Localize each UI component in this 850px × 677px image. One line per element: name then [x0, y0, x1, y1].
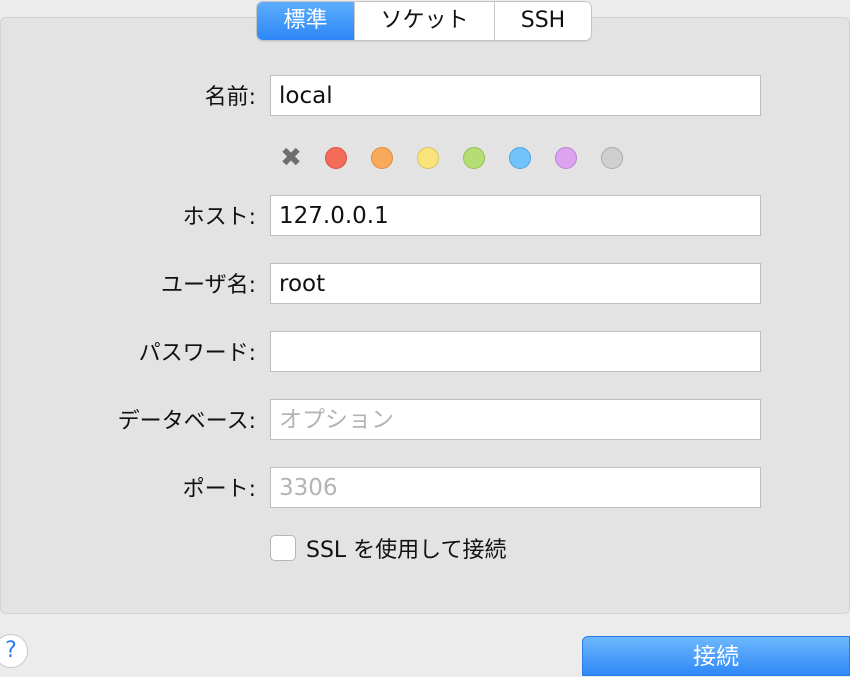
color-swatch-orange[interactable]	[371, 147, 393, 169]
host-label: ホスト:	[182, 205, 256, 230]
host-field[interactable]	[270, 195, 761, 236]
color-swatch-blue[interactable]	[509, 147, 531, 169]
password-field[interactable]	[270, 331, 761, 372]
username-field[interactable]	[270, 263, 761, 304]
name-field[interactable]	[270, 75, 761, 116]
color-swatch-purple[interactable]	[555, 147, 577, 169]
port-field[interactable]	[270, 467, 761, 508]
color-swatch-gray[interactable]	[601, 147, 623, 169]
x-icon[interactable]: ✖	[279, 145, 303, 171]
ssl-option: SSL を使用して接続	[270, 534, 507, 563]
help-button[interactable]: ?	[0, 634, 28, 668]
database-label: データベース:	[117, 409, 256, 434]
password-label: パスワード:	[138, 341, 256, 366]
color-picker: ✖	[279, 145, 647, 171]
tab-standard[interactable]: 標準	[257, 2, 354, 40]
tab-ssh[interactable]: SSH	[494, 2, 591, 40]
ssl-label: SSL を使用して接続	[306, 538, 507, 563]
connect-button[interactable]: 接続	[582, 636, 850, 676]
name-label: 名前:	[204, 85, 256, 110]
color-swatch-yellow[interactable]	[417, 147, 439, 169]
tab-socket[interactable]: ソケット	[354, 2, 494, 40]
port-label: ポート:	[182, 477, 256, 502]
color-swatch-red[interactable]	[325, 147, 347, 169]
username-label: ユーザ名:	[161, 273, 256, 298]
ssl-checkbox[interactable]	[270, 535, 296, 561]
color-swatch-green[interactable]	[463, 147, 485, 169]
connection-type-tabs: 標準 ソケット SSH	[256, 1, 592, 41]
database-field[interactable]	[270, 399, 761, 440]
